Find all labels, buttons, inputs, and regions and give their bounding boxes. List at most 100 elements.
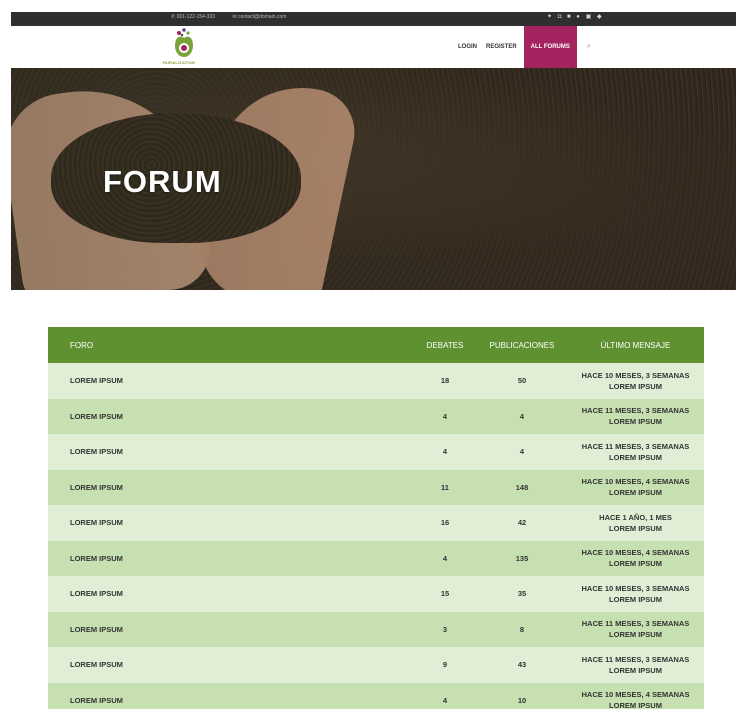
last-message-author[interactable]: LOREM IPSUM (567, 594, 704, 605)
mail-icon: ✉ contact@domain.com (232, 14, 287, 20)
forum-name[interactable]: LOREM IPSUM (48, 412, 413, 421)
header-debates: DEBATES (426, 340, 464, 350)
last-message-time: HACE 11 MESES, 3 SEMANAS (581, 654, 690, 664)
forum-table: FORO DEBATES PUBLICACIONES ÚLTIMO MENSAJ… (48, 327, 704, 709)
last-message[interactable]: HACE 11 MESES, 3 SEMANAS LOREM IPSUM (567, 405, 704, 427)
last-message[interactable]: HACE 11 MESES, 3 SEMANAS LOREM IPSUM (567, 618, 704, 640)
logo-text: RURALIZATION (163, 60, 196, 65)
last-message-time: HACE 11 MESES, 3 SEMANAS (581, 619, 690, 629)
nav-register[interactable]: REGISTER (486, 44, 517, 50)
forum-name[interactable]: LOREM IPSUM (48, 554, 413, 563)
last-message-author[interactable]: LOREM IPSUM (567, 558, 704, 569)
contact-info: ✆ 001-122-154-333 ✉ contact@domain.com (171, 14, 302, 20)
forum-name[interactable]: LOREM IPSUM (48, 625, 413, 634)
phone-number: 001-122-154-333 (176, 14, 215, 20)
phone-icon: ✆ 001-122-154-333 (171, 14, 215, 20)
last-message-time: HACE 11 MESES, 3 SEMANAS (581, 441, 690, 451)
last-message[interactable]: HACE 11 MESES, 3 SEMANAS LOREM IPSUM (567, 441, 704, 463)
posts-count: 135 (515, 553, 529, 563)
debates-count: 15 (440, 589, 450, 599)
logo-icon (174, 28, 194, 57)
last-message[interactable]: HACE 10 MESES, 3 SEMANAS LOREM IPSUM (567, 583, 704, 605)
table-row[interactable]: LOREM IPSUM 16 42 HACE 1 AÑO, 1 MES LOREM IP… (48, 505, 704, 541)
last-message-time: HACE 1 AÑO, 1 MES (599, 512, 672, 522)
forum-name[interactable]: LOREM IPSUM (48, 696, 413, 705)
table-body: LOREM IPSUM 18 50 HACE 10 MESES, 3 SEMANAS L… (48, 363, 704, 709)
last-message-time: HACE 10 MESES, 4 SEMANAS (581, 548, 690, 558)
instagram-icon[interactable]: ◘ (558, 14, 563, 20)
forum-name[interactable]: LOREM IPSUM (48, 376, 413, 385)
last-message-time: HACE 11 MESES, 3 SEMANAS (581, 406, 690, 416)
last-message-time: HACE 10 MESES, 4 SEMANAS (581, 690, 690, 700)
last-message-author[interactable]: LOREM IPSUM (567, 629, 704, 640)
last-message-author[interactable]: LOREM IPSUM (567, 700, 704, 709)
page-title: FORUM (103, 164, 222, 199)
table-row[interactable]: LOREM IPSUM 4 4 HACE 11 MESES, 3 SEMANAS LOR… (48, 398, 704, 434)
header-last-message: ÚLTIMO MENSAJE (600, 340, 671, 350)
linkedin-icon[interactable]: ▣ (586, 14, 593, 20)
last-message-author[interactable]: LOREM IPSUM (567, 416, 704, 427)
last-message[interactable]: HACE 1 AÑO, 1 MES LOREM IPSUM (567, 512, 704, 534)
posts-count: 35 (517, 589, 527, 599)
twitter-icon[interactable]: ✦ (547, 14, 553, 20)
last-message-author[interactable]: LOREM IPSUM (567, 452, 704, 463)
table-row[interactable]: LOREM IPSUM 15 35 HACE 10 MESES, 3 SEMANAS L… (48, 576, 704, 612)
debates-count: 18 (440, 376, 450, 386)
debates-count: 9 (442, 660, 448, 670)
header-forum: FORO (70, 340, 94, 350)
debates-count: 3 (442, 624, 448, 634)
last-message-time: HACE 10 MESES, 3 SEMANAS (581, 370, 690, 380)
last-message-author[interactable]: LOREM IPSUM (567, 665, 704, 676)
nav-login[interactable]: LOGIN (458, 44, 477, 50)
posts-count: 4 (519, 447, 525, 457)
hero-banner: FORUM (11, 68, 736, 290)
posts-count: 42 (517, 518, 527, 528)
table-row[interactable]: LOREM IPSUM 18 50 HACE 10 MESES, 3 SEMANAS L… (48, 363, 704, 399)
posts-count: 4 (519, 411, 525, 421)
main-nav: LOGIN REGISTER ALL FORUMS ⌕ (458, 26, 591, 68)
debates-count: 4 (442, 695, 448, 705)
forum-name[interactable]: LOREM IPSUM (48, 660, 413, 669)
site-logo[interactable]: RURALIZATION (159, 26, 209, 68)
table-row[interactable]: LOREM IPSUM 11 148 HACE 10 MESES, 4 SEMANAS… (48, 469, 704, 505)
posts-count: 148 (515, 482, 529, 492)
nav-all-forums[interactable]: ALL FORUMS (523, 26, 577, 68)
posts-count: 8 (519, 624, 525, 634)
table-row[interactable]: LOREM IPSUM 4 4 HACE 11 MESES, 3 SEMANAS LOR… (48, 434, 704, 470)
last-message[interactable]: HACE 10 MESES, 3 SEMANAS LOREM IPSUM (567, 370, 704, 392)
debates-count: 11 (441, 482, 449, 492)
last-message[interactable]: HACE 10 MESES, 4 SEMANAS LOREM IPSUM (567, 547, 704, 569)
forum-name[interactable]: LOREM IPSUM (48, 483, 413, 492)
forum-name[interactable]: LOREM IPSUM (48, 518, 413, 527)
table-row[interactable]: LOREM IPSUM 4 135 HACE 10 MESES, 4 SEMANAS L… (48, 540, 704, 576)
table-row[interactable]: LOREM IPSUM 9 43 HACE 11 MESES, 3 SEMANAS LO… (48, 647, 704, 683)
last-message-author[interactable]: LOREM IPSUM (567, 381, 704, 392)
social-links: ✦ ◘ ■ ● ▣ ◆ (547, 13, 605, 20)
site-header: RURALIZATION LOGIN REGISTER ALL FORUMS ⌕ (11, 26, 736, 68)
vimeo-icon[interactable]: ◆ (597, 14, 603, 20)
debates-count: 16 (440, 518, 450, 528)
facebook-icon[interactable]: ■ (567, 14, 572, 20)
table-header: FORO DEBATES PUBLICACIONES ÚLTIMO MENSAJ… (48, 327, 704, 363)
top-bar: ✆ 001-122-154-333 ✉ contact@domain.com ✦… (11, 12, 736, 26)
table-row[interactable]: LOREM IPSUM 4 10 HACE 10 MESES, 4 SEMANAS LO… (48, 682, 704, 709)
last-message-time: HACE 10 MESES, 4 SEMANAS (581, 477, 690, 487)
email-address: contact@domain.com (237, 14, 287, 20)
last-message[interactable]: HACE 11 MESES, 3 SEMANAS LOREM IPSUM (567, 654, 704, 676)
debates-count: 4 (442, 411, 448, 421)
last-message-author[interactable]: LOREM IPSUM (567, 487, 704, 498)
search-icon[interactable]: ⌕ (587, 43, 591, 51)
header-posts: PUBLICACIONES (489, 340, 555, 350)
posts-count: 43 (517, 660, 527, 670)
last-message[interactable]: HACE 10 MESES, 4 SEMANAS LOREM IPSUM (567, 476, 704, 498)
last-message-time: HACE 10 MESES, 3 SEMANAS (581, 583, 690, 593)
last-message-author[interactable]: LOREM IPSUM (567, 523, 704, 534)
google-plus-icon[interactable]: ● (576, 14, 581, 20)
forum-name[interactable]: LOREM IPSUM (48, 589, 413, 598)
table-row[interactable]: LOREM IPSUM 3 8 HACE 11 MESES, 3 SEMANAS LOR… (48, 611, 704, 647)
debates-count: 4 (442, 447, 448, 457)
forum-name[interactable]: LOREM IPSUM (48, 447, 413, 456)
posts-count: 10 (517, 695, 527, 705)
debates-count: 4 (442, 553, 448, 563)
last-message[interactable]: HACE 10 MESES, 4 SEMANAS LOREM IPSUM (567, 689, 704, 709)
